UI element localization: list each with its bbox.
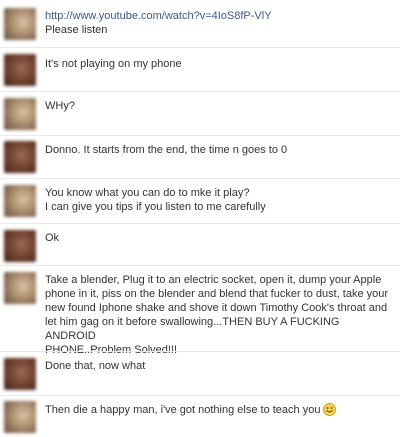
message-body: Done that, now what [45, 359, 392, 373]
message-body: You know what you can do to mke it play?… [45, 186, 392, 214]
message-body: It's not playing on my phone [45, 57, 392, 71]
message-body: Then die a happy man, i've got nothing e… [45, 403, 392, 417]
sender-avatar[interactable] [4, 185, 36, 217]
message-body: http://www.youtube.com/watch?v=4IoS8fP-V… [45, 9, 392, 37]
message-item: Ok [0, 223, 400, 265]
message-text: Please listen [45, 24, 108, 36]
sender-avatar[interactable] [4, 358, 36, 390]
message-body: Ok [45, 231, 392, 245]
message-item: Then die a happy man, i've got nothing e… [0, 395, 400, 437]
message-text: phone in it, piss on the blender and ble… [45, 288, 389, 300]
message-body: Donno. It starts from the end, the time … [45, 143, 392, 157]
message-item: It's not playing on my phone [0, 47, 400, 91]
message-text: Donno. It starts from the end, the time … [45, 144, 288, 156]
message-text: It's not playing on my phone [45, 58, 182, 70]
message-text: I can give you tips if you listen to me … [45, 201, 266, 213]
message-text: WHy? [45, 100, 75, 112]
message-text: You know what you can do to mke it play? [45, 187, 250, 199]
sender-avatar[interactable] [4, 272, 36, 304]
message-text: Then die a happy man, i've got nothing e… [45, 404, 321, 416]
message-item: WHy? [0, 91, 400, 135]
sender-avatar[interactable] [4, 54, 36, 86]
message-item: You know what you can do to mke it play?… [0, 178, 400, 223]
message-item: Donno. It starts from the end, the time … [0, 135, 400, 178]
message-thread: http://www.youtube.com/watch?v=4IoS8fP-V… [0, 0, 400, 437]
sender-avatar[interactable] [4, 401, 36, 433]
youtube-link[interactable]: http://www.youtube.com/watch?v=4IoS8fP-V… [45, 10, 272, 22]
sender-avatar[interactable] [4, 98, 36, 130]
sender-avatar[interactable] [4, 8, 36, 40]
message-body: Take a blender, Plug it to an electric s… [45, 273, 392, 357]
message-body: WHy? [45, 99, 392, 113]
message-item: Take a blender, Plug it to an electric s… [0, 265, 400, 356]
message-text: let him gag on it before swallowing...TH… [45, 316, 340, 342]
sender-avatar[interactable] [4, 141, 36, 173]
message-text: Take a blender, Plug it to an electric s… [45, 274, 382, 286]
sender-avatar[interactable] [4, 230, 36, 262]
message-text: Done that, now what [45, 360, 146, 372]
smiley-face-icon [323, 403, 337, 416]
message-item: Done that, now what [0, 351, 400, 395]
message-text: Ok [45, 232, 60, 244]
message-text: new found Iphone shake and shove it down… [45, 302, 388, 314]
message-item: http://www.youtube.com/watch?v=4IoS8fP-V… [0, 0, 400, 47]
